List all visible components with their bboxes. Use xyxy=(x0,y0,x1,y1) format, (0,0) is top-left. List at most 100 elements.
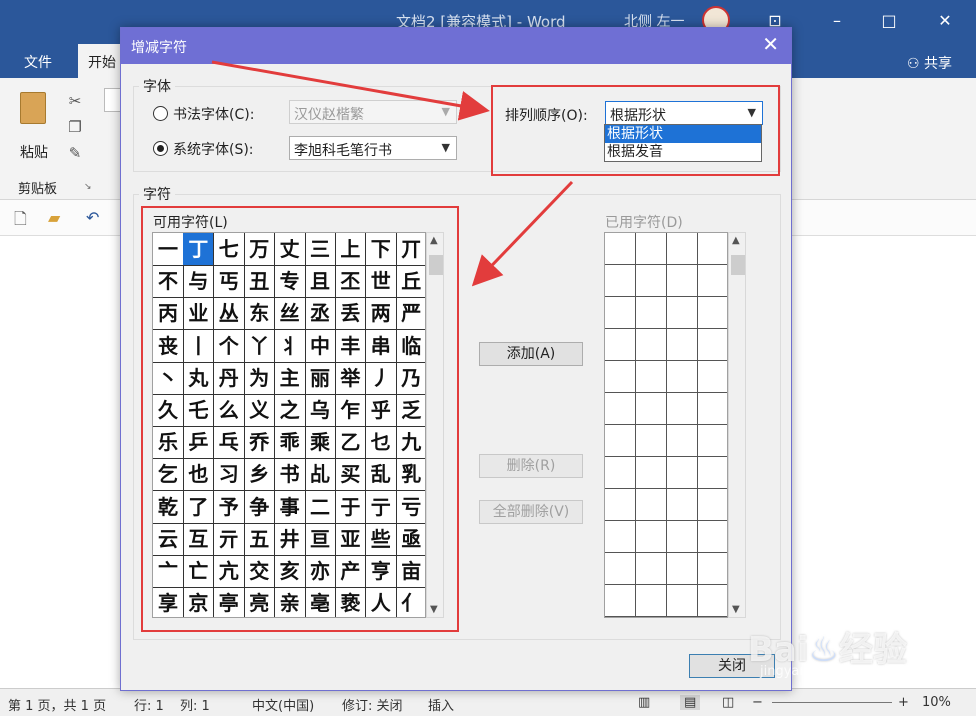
zoom-in-icon[interactable]: + xyxy=(898,695,909,710)
used-char-cell[interactable] xyxy=(636,361,667,393)
used-char-cell[interactable] xyxy=(667,297,698,329)
used-char-cell[interactable] xyxy=(698,489,727,521)
dialog-title: 增减字符 xyxy=(131,40,187,56)
used-char-cell[interactable] xyxy=(605,393,636,425)
used-char-cell[interactable] xyxy=(698,553,727,585)
minimize-icon[interactable]: – xyxy=(822,8,852,34)
used-char-cell[interactable] xyxy=(698,361,727,393)
print-layout-icon[interactable]: ▤ xyxy=(680,695,701,710)
used-char-cell[interactable] xyxy=(667,585,698,617)
used-chars-label: 已用字符(D) xyxy=(605,215,683,231)
used-char-cell[interactable] xyxy=(605,425,636,457)
page-count[interactable]: 第 1 页，共 1 页 xyxy=(8,695,106,714)
used-char-cell[interactable] xyxy=(636,425,667,457)
used-char-cell[interactable] xyxy=(698,265,727,297)
used-char-cell[interactable] xyxy=(636,265,667,297)
used-char-cell[interactable] xyxy=(605,489,636,521)
remove-button: 删除(R) xyxy=(479,454,583,478)
zoom-out-icon[interactable]: − xyxy=(752,695,763,710)
used-char-cell[interactable] xyxy=(698,233,727,265)
used-char-cell[interactable] xyxy=(667,329,698,361)
dialog-launcher-icon[interactable]: ↘ xyxy=(84,182,92,192)
system-font-radio[interactable] xyxy=(153,141,168,156)
scroll-down-icon[interactable]: ▼ xyxy=(732,604,740,615)
used-char-cell[interactable] xyxy=(605,457,636,489)
dialog-title-bar: 增减字符 xyxy=(121,28,791,64)
paste-button[interactable]: 粘贴 xyxy=(14,88,58,161)
used-char-cell[interactable] xyxy=(698,329,727,361)
used-char-cell[interactable] xyxy=(636,457,667,489)
annotation-box-sort xyxy=(491,85,780,176)
calligraphy-font-radio[interactable] xyxy=(153,106,168,121)
web-layout-icon[interactable]: ◫ xyxy=(722,695,734,710)
used-char-cell[interactable] xyxy=(605,297,636,329)
tab-file[interactable]: 文件 xyxy=(24,52,52,72)
paste-label: 粘贴 xyxy=(20,145,48,161)
undo-icon[interactable]: ↶ xyxy=(86,208,99,227)
read-mode-icon[interactable]: ▥ xyxy=(638,695,650,710)
clipboard-icon xyxy=(20,92,46,124)
used-char-cell[interactable] xyxy=(636,297,667,329)
used-char-cell[interactable] xyxy=(698,457,727,489)
used-char-cell[interactable] xyxy=(667,393,698,425)
maximize-icon[interactable]: □ xyxy=(874,8,904,34)
calligraphy-font-value: 汉仪赵楷繁 xyxy=(294,107,364,123)
person-icon: ⚇ xyxy=(906,56,924,72)
open-folder-icon[interactable]: ▰ xyxy=(48,208,60,227)
chevron-down-icon: ▼ xyxy=(441,105,450,118)
used-char-cell[interactable] xyxy=(605,265,636,297)
new-document-icon[interactable]: 🗋 xyxy=(14,208,27,235)
share-button[interactable]: ⚇ 共享 xyxy=(907,53,952,73)
clipboard-group-label: 剪贴板 xyxy=(18,182,58,197)
used-char-cell[interactable] xyxy=(605,233,636,265)
used-char-cell[interactable] xyxy=(667,425,698,457)
used-char-cell[interactable] xyxy=(636,393,667,425)
used-char-cell[interactable] xyxy=(698,521,727,553)
system-font-select[interactable]: 李旭科毛笔行书 ▼ xyxy=(289,136,457,160)
scroll-up-icon[interactable]: ▲ xyxy=(732,235,740,246)
used-char-cell[interactable] xyxy=(667,361,698,393)
insert-mode[interactable]: 插入 xyxy=(428,695,454,714)
used-char-cell[interactable] xyxy=(667,489,698,521)
used-char-cell[interactable] xyxy=(636,553,667,585)
close-icon[interactable]: ✕ xyxy=(930,8,960,34)
used-char-cell[interactable] xyxy=(667,233,698,265)
system-font-label: 系统字体(S): xyxy=(173,142,254,158)
calligraphy-font-select: 汉仪赵楷繁 ▼ xyxy=(289,100,457,124)
used-char-cell[interactable] xyxy=(605,361,636,393)
used-char-cell[interactable] xyxy=(605,329,636,361)
used-char-cell[interactable] xyxy=(636,585,667,617)
zoom-slider[interactable] xyxy=(772,702,892,703)
annotation-box-chars xyxy=(141,206,459,632)
used-char-cell[interactable] xyxy=(605,585,636,617)
share-label: 共享 xyxy=(924,56,952,72)
used-char-cell[interactable] xyxy=(636,521,667,553)
used-char-cell[interactable] xyxy=(605,521,636,553)
used-char-cell[interactable] xyxy=(698,297,727,329)
used-char-cell[interactable] xyxy=(698,393,727,425)
used-char-cell[interactable] xyxy=(667,265,698,297)
used-char-cell[interactable] xyxy=(636,489,667,521)
add-button[interactable]: 添加(A) xyxy=(479,342,583,366)
cut-icon[interactable]: ✂ xyxy=(66,92,84,110)
language[interactable]: 中文(中国) xyxy=(252,695,314,714)
copy-icon[interactable]: ❐ xyxy=(66,118,84,136)
used-char-cell[interactable] xyxy=(636,329,667,361)
scroll-thumb[interactable] xyxy=(731,255,745,275)
used-char-cell[interactable] xyxy=(667,457,698,489)
used-char-cell[interactable] xyxy=(636,233,667,265)
calligraphy-font-label: 书法字体(C): xyxy=(173,107,255,123)
used-char-cell[interactable] xyxy=(667,553,698,585)
used-char-cell[interactable] xyxy=(605,553,636,585)
used-chars-scrollbar[interactable]: ▲ ▼ xyxy=(728,232,746,618)
used-char-cell[interactable] xyxy=(667,521,698,553)
dialog-close-icon[interactable]: ✕ xyxy=(762,32,779,56)
used-char-cell[interactable] xyxy=(698,425,727,457)
track-changes[interactable]: 修订: 关闭 xyxy=(342,695,403,714)
remove-all-button: 全部删除(V) xyxy=(479,500,583,524)
chars-group-label: 字符 xyxy=(139,184,175,204)
format-painter-icon[interactable]: ✎ xyxy=(66,144,84,162)
used-char-cell[interactable] xyxy=(698,585,727,617)
used-chars-grid[interactable] xyxy=(604,232,728,618)
zoom-level[interactable]: 10% xyxy=(922,695,951,710)
